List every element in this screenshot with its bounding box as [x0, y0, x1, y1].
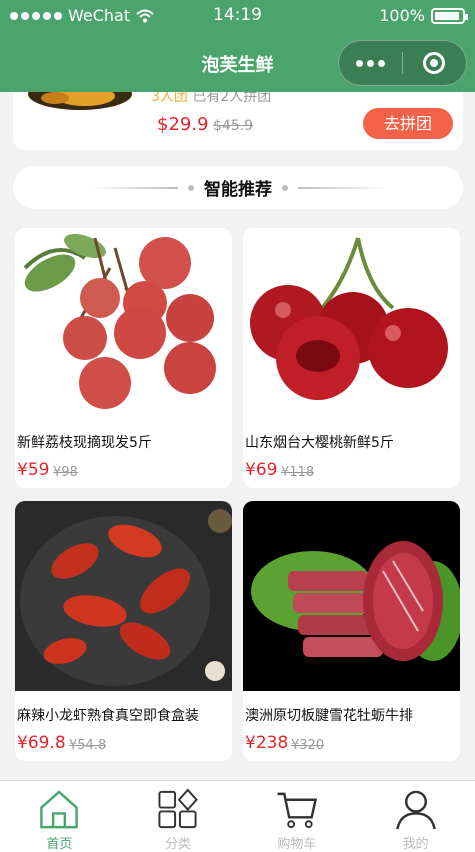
tab-profile-label: 我的 — [402, 837, 429, 852]
tab-category-label: 分类 — [165, 837, 192, 852]
group-size-label: 3人团 — [151, 92, 188, 105]
product-name: 山东烟台大樱桃新鲜5斤 — [245, 435, 394, 451]
product-name: 麻辣小龙虾熟食真空即食盒装 — [17, 708, 199, 724]
battery-icon — [431, 7, 468, 24]
product-name: 澳洲原切板腱雪花牡蛎牛排 — [245, 708, 413, 724]
tab-home-label: 首页 — [46, 837, 73, 852]
decor-dot-left — [188, 184, 194, 191]
crayfish-image — [15, 501, 232, 691]
product-old-price: ¥320 — [291, 738, 325, 753]
recommend-title: 智能推荐 — [204, 180, 272, 200]
product-old-price: ¥54.8 — [69, 738, 107, 753]
home-icon — [40, 790, 79, 829]
tab-cart-label: 购物车 — [277, 837, 317, 852]
product-old-price: ¥118 — [281, 465, 315, 480]
bottom-tab-bar: 首页 分类 购物车 我的 — [0, 780, 475, 852]
tab-cart[interactable]: 购物车 — [238, 781, 357, 852]
cherry-image — [243, 228, 460, 418]
product-card[interactable]: 麻辣小龙虾熟食真空即食盒装 ¥69.8 ¥54.8 — [15, 501, 232, 761]
decor-dot-right — [282, 184, 288, 191]
more-menu-icon[interactable] — [339, 59, 402, 67]
group-deal-price: $29.9 — [157, 114, 209, 135]
tab-category[interactable]: 分类 — [119, 781, 238, 852]
decor-line-left — [90, 186, 178, 189]
battery-group: 100% — [379, 6, 468, 25]
steak-image — [243, 501, 460, 691]
category-icon — [158, 788, 199, 829]
group-joined-label: 已有2人拼团 — [192, 92, 272, 105]
tab-home[interactable]: 首页 — [0, 781, 119, 852]
recommend-header: 智能推荐 — [13, 166, 463, 209]
product-old-price: ¥98 — [53, 465, 78, 480]
cart-icon — [277, 792, 317, 829]
lychee-image — [15, 228, 232, 418]
product-price: ¥59 — [17, 460, 50, 480]
product-card[interactable]: 新鲜荔枝现摘现发5斤 ¥59 ¥98 — [15, 228, 232, 488]
status-bar: WeChat 14:19 100% — [0, 0, 475, 36]
group-deal-old-price: $45.9 — [213, 118, 254, 134]
miniprogram-capsule — [338, 40, 467, 86]
product-name: 新鲜荔枝现摘现发5斤 — [17, 435, 152, 451]
product-price: ¥238 — [245, 733, 289, 753]
user-icon — [395, 790, 436, 830]
join-group-button[interactable]: 去拼团 — [363, 108, 453, 139]
tab-profile[interactable]: 我的 — [356, 781, 475, 852]
decor-line-right — [298, 186, 386, 189]
product-card[interactable]: 澳洲原切板腱雪花牡蛎牛排 ¥238 ¥320 — [243, 501, 460, 761]
group-deal-image — [28, 92, 132, 110]
group-deal-card[interactable]: 3人团 已有2人拼团 $29.9 $45.9 去拼团 — [13, 92, 463, 150]
battery-label: 100% — [379, 6, 425, 25]
group-deal-meta: 3人团 已有2人拼团 — [151, 92, 271, 106]
nav-bar: 泡芙生鲜 — [0, 36, 475, 92]
close-miniprogram-button[interactable] — [403, 52, 466, 74]
product-price: ¥69 — [245, 460, 278, 480]
target-icon — [423, 52, 446, 74]
product-price: ¥69.8 — [17, 733, 66, 753]
product-card[interactable]: 山东烟台大樱桃新鲜5斤 ¥69 ¥118 — [243, 228, 460, 488]
